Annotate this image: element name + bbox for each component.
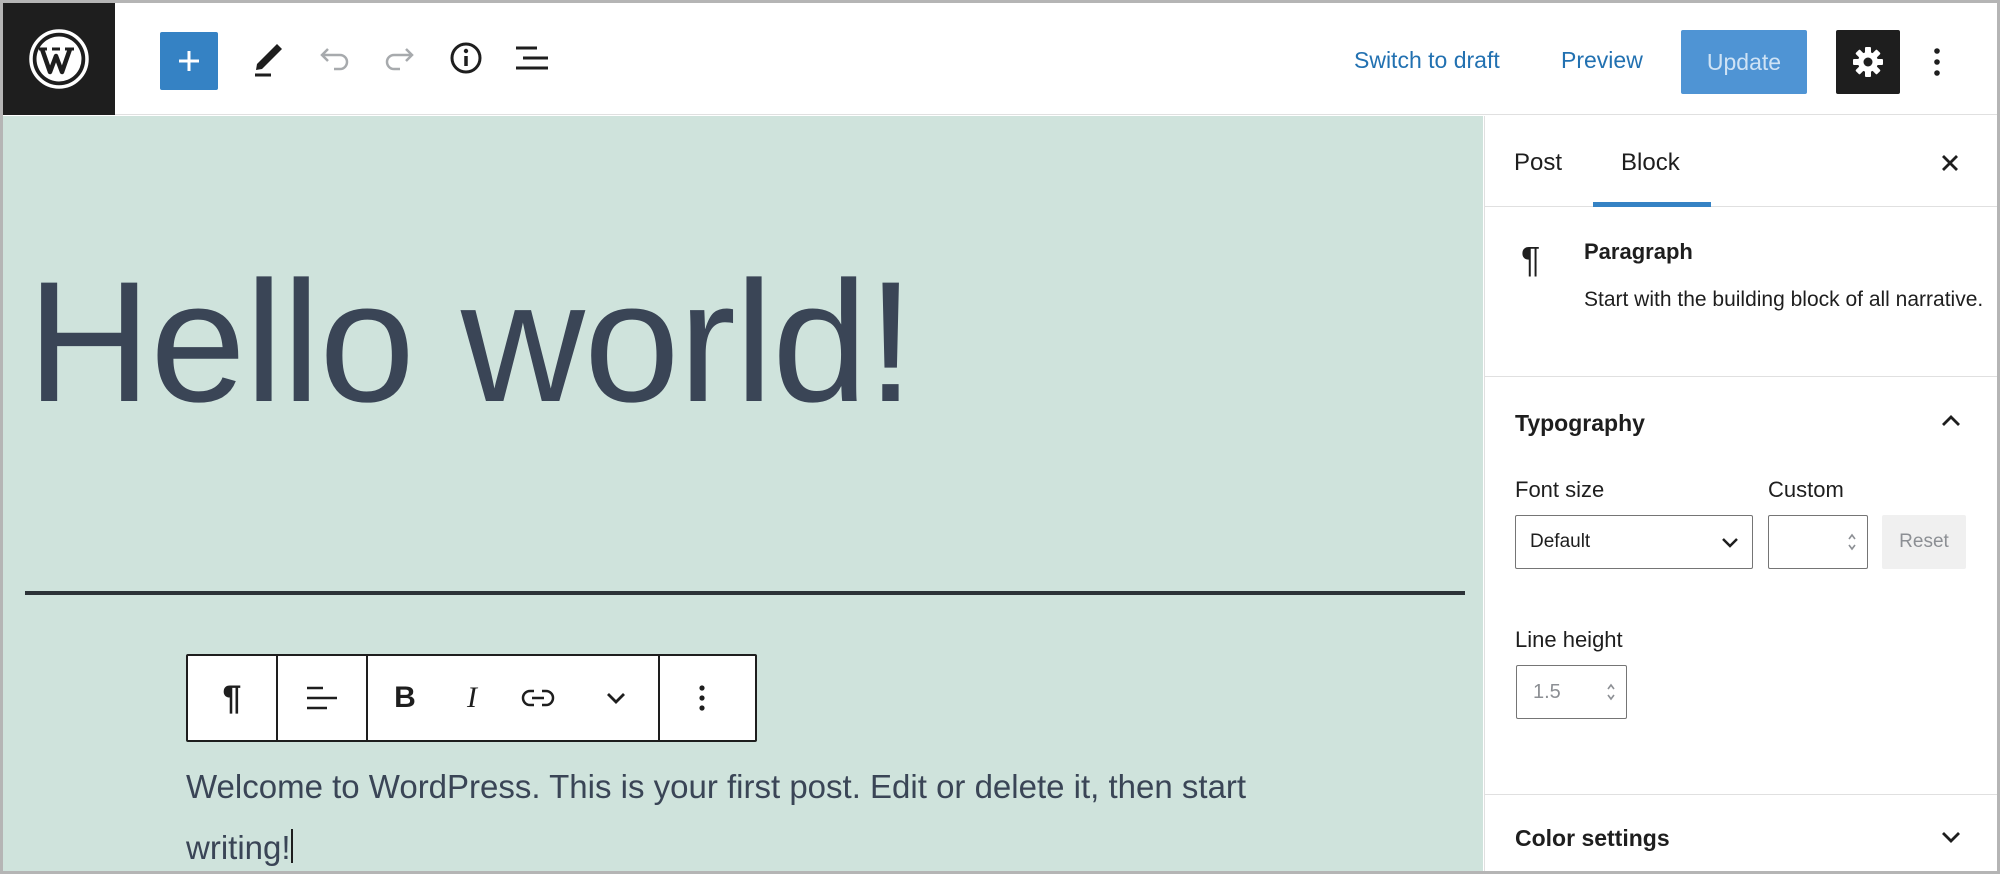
- bold-button[interactable]: B: [368, 656, 442, 740]
- wordpress-logo-icon[interactable]: [3, 3, 115, 115]
- align-button[interactable]: [278, 656, 366, 740]
- block-options-button[interactable]: [660, 656, 744, 740]
- info-icon: [450, 42, 482, 74]
- align-left-icon: [307, 686, 337, 710]
- custom-font-size-input[interactable]: [1768, 515, 1868, 569]
- line-height-value: 1.5: [1533, 681, 1561, 703]
- tab-block[interactable]: Block: [1621, 149, 1680, 177]
- close-icon: [1942, 155, 1958, 171]
- bold-icon: B: [394, 681, 416, 714]
- gear-icon: [1853, 47, 1883, 77]
- undo-icon: [320, 48, 349, 71]
- more-formatting-button[interactable]: [574, 656, 658, 740]
- block-type-group: ¶: [188, 656, 278, 740]
- spinner-arrows-icon[interactable]: [1847, 531, 1857, 553]
- pilcrow-icon: ¶: [222, 678, 242, 717]
- custom-size-label: Custom: [1768, 477, 1844, 502]
- update-button[interactable]: Update: [1681, 30, 1807, 94]
- block-type-button[interactable]: ¶: [188, 656, 276, 740]
- separator-block[interactable]: [25, 591, 1465, 595]
- paragraph-block[interactable]: Welcome to WordPress. This is your first…: [186, 756, 1306, 871]
- tab-post[interactable]: Post: [1514, 149, 1562, 177]
- close-sidebar-button[interactable]: [1935, 148, 1965, 178]
- block-card: ¶ Paragraph Start with the building bloc…: [1485, 207, 1997, 377]
- paragraph-text: Welcome to WordPress. This is your first…: [186, 768, 1247, 866]
- chevron-down-icon: [1722, 538, 1738, 548]
- font-size-select[interactable]: Default: [1515, 515, 1753, 569]
- italic-button[interactable]: I: [442, 656, 502, 740]
- chevron-down-icon: [1942, 832, 1960, 843]
- chevron-up-icon: [1942, 415, 1960, 426]
- font-size-value: Default: [1530, 531, 1591, 552]
- reset-font-size-button[interactable]: Reset: [1882, 515, 1966, 569]
- settings-button[interactable]: [1836, 30, 1900, 94]
- pencil-icon: [255, 44, 282, 77]
- list-view-icon: [516, 46, 548, 70]
- details-button[interactable]: [437, 29, 495, 87]
- block-toolbar: ¶ B I: [186, 654, 757, 742]
- block-options-group: [660, 656, 744, 740]
- collapse-typography-button[interactable]: [1937, 407, 1965, 435]
- alignment-group: [278, 656, 368, 740]
- undo-button[interactable]: [305, 29, 363, 87]
- italic-icon: I: [467, 681, 477, 714]
- block-card-description: Start with the building block of all nar…: [1584, 288, 1984, 311]
- link-icon: [521, 689, 555, 707]
- tools-button[interactable]: [239, 29, 297, 87]
- vertical-ellipsis-icon: [1934, 48, 1940, 76]
- line-height-input[interactable]: 1.5: [1516, 665, 1627, 719]
- settings-sidebar: Post Block ¶ Paragraph Start with the bu…: [1484, 116, 1997, 871]
- plus-icon: [179, 51, 199, 71]
- expand-color-settings-button[interactable]: [1937, 823, 1965, 851]
- redo-icon: [385, 48, 414, 71]
- redo-button[interactable]: [371, 29, 429, 87]
- color-settings-panel: Color settings: [1485, 795, 1997, 871]
- formatting-group: B I: [368, 656, 660, 740]
- add-block-button[interactable]: [160, 32, 218, 90]
- color-settings-panel-toggle[interactable]: Color settings: [1515, 825, 1670, 852]
- chevron-down-icon: [607, 693, 625, 704]
- switch-to-draft-button[interactable]: Switch to draft: [1354, 47, 1500, 74]
- spinner-arrows-icon[interactable]: [1606, 681, 1616, 703]
- typography-panel-toggle[interactable]: Typography: [1515, 410, 1645, 437]
- font-size-label: Font size: [1515, 477, 1605, 502]
- preview-button[interactable]: Preview: [1561, 47, 1643, 74]
- pilcrow-icon: ¶: [1521, 239, 1541, 280]
- list-view-button[interactable]: [503, 29, 561, 87]
- link-button[interactable]: [502, 656, 574, 740]
- sidebar-tabs: Post Block: [1485, 116, 1997, 207]
- editor-window: Switch to draft Preview Update Hello wor…: [0, 0, 2000, 874]
- block-card-title: Paragraph: [1584, 239, 1693, 264]
- typography-panel: Typography Font size Custom Default Rese…: [1485, 377, 1997, 795]
- options-button[interactable]: [1917, 33, 1957, 91]
- post-title[interactable]: Hello world!: [27, 256, 915, 428]
- vertical-ellipsis-icon: [699, 685, 705, 711]
- text-cursor: [290, 829, 293, 863]
- editor-canvas: Hello world! ¶ B I Welcome to WordPress.…: [3, 116, 1483, 871]
- top-toolbar: Switch to draft Preview Update: [3, 3, 1997, 115]
- line-height-label: Line height: [1515, 627, 1623, 652]
